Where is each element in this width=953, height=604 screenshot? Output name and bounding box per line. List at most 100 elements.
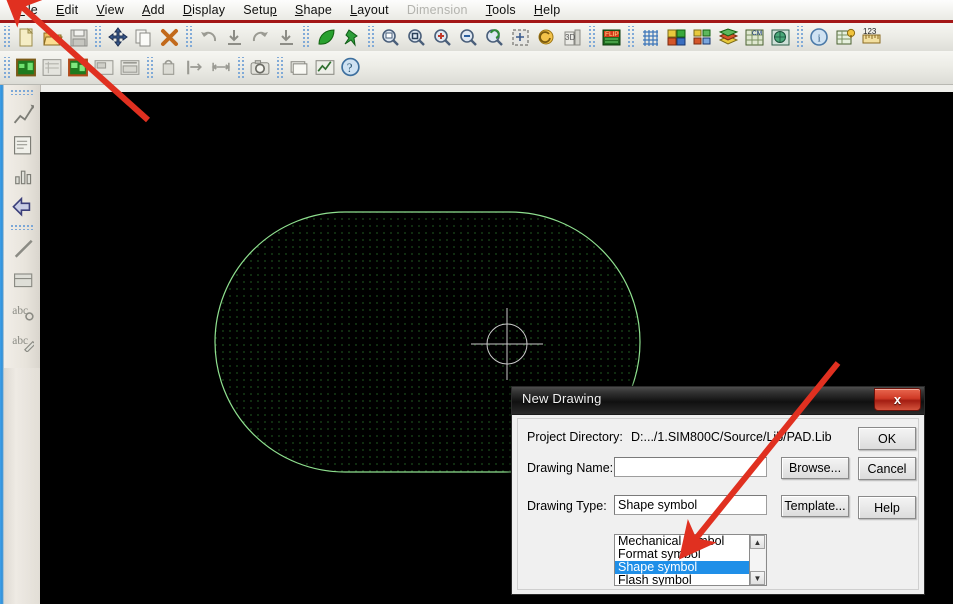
save-disk-icon[interactable] [66,25,90,49]
delete-x-icon[interactable] [157,25,181,49]
drawing-type-option[interactable]: Mechanical symbol [615,535,749,548]
sidebar-drag-grip[interactable] [9,223,35,230]
chart-icon[interactable] [313,56,337,80]
fill-tool-icon[interactable] [7,263,37,293]
redo-icon[interactable] [248,25,272,49]
toolbar-drag-grip[interactable] [2,56,10,79]
scrollbar-track[interactable] [750,549,765,571]
open-folder-icon[interactable] [40,25,64,49]
svg-text:FLIP: FLIP [605,31,619,38]
window-icon[interactable] [287,56,311,80]
info-icon[interactable]: i [807,25,831,49]
toolbar-drag-grip[interactable] [93,26,101,48]
shape-active-icon[interactable] [66,56,90,80]
distribute-icon[interactable] [209,56,233,80]
drawing-name-label: Drawing Name: [527,461,614,475]
browse-button[interactable]: Browse... [781,457,849,479]
drawing-type-field[interactable]: Shape symbol [614,495,767,515]
sidebar-drag-grip[interactable] [9,88,35,95]
shape-fill-icon[interactable] [14,56,38,80]
undo-icon[interactable] [196,25,220,49]
template-button[interactable]: Template... [781,495,849,517]
help-button[interactable]: Help [858,496,916,519]
toolbar-drag-grip[interactable] [184,26,192,48]
zoom-previous-icon[interactable] [482,25,506,49]
toolbar-drag-grip[interactable] [236,56,244,79]
dialog-title-bar[interactable]: New Drawing x [512,387,924,415]
scroll-down-icon[interactable]: ▼ [750,571,765,585]
zoom-fit-icon[interactable] [378,25,402,49]
arrow-flow-tool-icon[interactable] [7,190,37,220]
color-palette-icon[interactable] [664,25,688,49]
zoom-out-icon[interactable] [456,25,480,49]
toolbar-drag-grip[interactable] [366,26,374,48]
layers-panel-icon[interactable] [690,25,714,49]
new-drawing-dialog: New Drawing x Project Directory: D:.../1… [511,386,925,595]
menu-setup[interactable]: Setup [234,2,286,19]
camera-icon[interactable] [248,56,272,80]
align-left-icon[interactable] [183,56,207,80]
drawing-type-label: Drawing Type: [527,499,607,513]
zoom-center-icon[interactable] [508,25,532,49]
zoom-in-icon[interactable] [430,25,454,49]
toolbar-drag-grip[interactable] [301,26,309,48]
menu-display[interactable]: Display [174,2,234,19]
drawing-type-option[interactable]: Flash symbol [615,574,749,585]
zoom-window-icon[interactable] [404,25,428,49]
pad-top-icon[interactable] [92,56,116,80]
toolbar-drag-grip[interactable] [145,56,153,79]
toolbar-drag-grip[interactable] [2,26,10,48]
rectangle-report-tool-icon[interactable] [7,128,37,158]
globe-grid-icon[interactable] [768,25,792,49]
secondary-toolbar: ? [0,51,953,85]
3d-view-icon[interactable]: 3D [560,25,584,49]
cancel-button[interactable]: Cancel [858,457,916,480]
menu-edit[interactable]: Edit [47,2,87,19]
copy-icon[interactable] [131,25,155,49]
text-abc-tool-icon[interactable]: abc [7,294,37,324]
polyline-tool-icon[interactable] [7,97,37,127]
scroll-up-icon[interactable]: ▲ [750,535,765,549]
menu-file[interactable]: File [8,2,47,19]
drawing-type-option[interactable]: Format symbol [615,548,749,561]
menu-shape[interactable]: Shape [286,2,341,19]
toolbar-drag-grip[interactable] [795,26,803,48]
bar-tool-icon[interactable] [7,159,37,189]
table-key-icon[interactable] [833,25,857,49]
download-icon[interactable] [222,25,246,49]
upload-icon[interactable] [274,25,298,49]
menu-add[interactable]: Add [133,2,174,19]
drawing-type-listbox[interactable]: Mechanical symbol Format symbol Shape symb… [614,534,750,586]
toolbar-drag-grip[interactable] [275,56,283,79]
close-icon[interactable]: x [874,388,921,411]
drawing-type-option[interactable]: Shape symbol [615,561,749,574]
text-edit-abc-tool-icon[interactable]: abc [7,325,37,355]
new-file-icon[interactable] [14,25,38,49]
bag-icon[interactable] [157,56,181,80]
toolbar-drag-grip[interactable] [626,26,634,48]
help-question-icon[interactable]: ? [339,56,363,80]
drawing-name-field[interactable] [614,457,767,477]
menu-view[interactable]: View [87,2,133,19]
toolbar-drag-grip[interactable] [587,26,595,48]
ok-button[interactable]: OK [858,427,916,450]
line-tool-icon[interactable] [7,232,37,262]
stackup-icon[interactable] [716,25,740,49]
menu-layout[interactable]: Layout [341,2,398,19]
svg-text:CM: CM [752,30,762,37]
svg-text:abc: abc [12,335,28,347]
refresh-icon[interactable] [534,25,558,49]
pad-bottom-icon[interactable] [118,56,142,80]
menu-help[interactable]: Help [525,2,570,19]
move-arrows-icon[interactable] [105,25,129,49]
cm-table-icon[interactable]: CM [742,25,766,49]
menu-tools[interactable]: Tools [477,2,525,19]
ruler-123-icon[interactable]: 123 [859,25,883,49]
flip-icon[interactable]: FLIP [599,25,623,49]
grid-icon[interactable] [638,25,662,49]
drawing-type-scrollbar[interactable]: ▲ ▼ [750,534,767,586]
pin-icon[interactable] [339,25,363,49]
leaf-icon[interactable] [313,25,337,49]
svg-text:3D: 3D [565,33,575,42]
shape-outline-icon[interactable] [40,56,64,80]
